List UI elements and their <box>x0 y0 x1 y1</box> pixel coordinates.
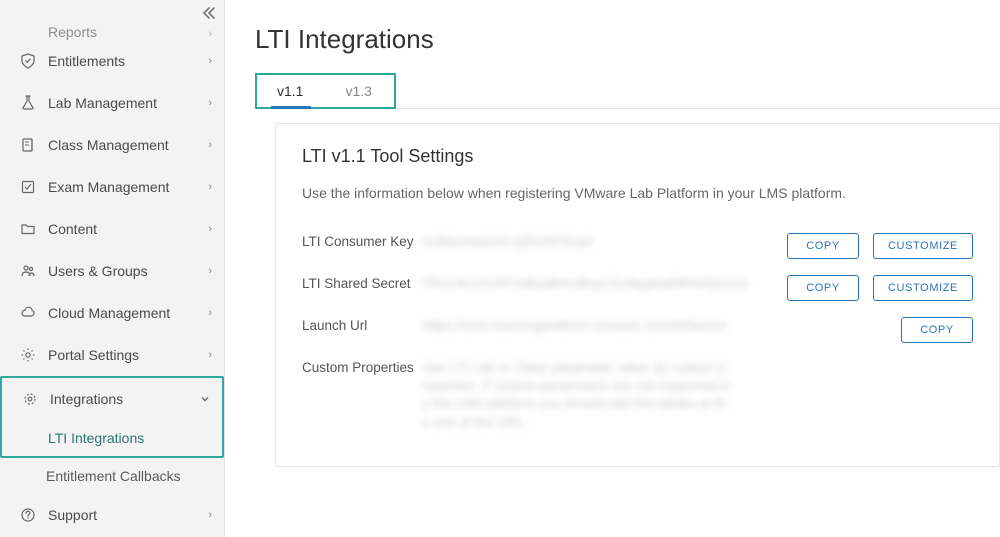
copy-button[interactable]: COPY <box>787 275 859 301</box>
sidebar-item-portal-settings[interactable]: Portal Settings › <box>0 334 224 376</box>
chevron-right-icon: › <box>208 223 212 235</box>
sidebar: Reports › Entitlements › Lab Management … <box>0 0 225 537</box>
users-icon <box>18 263 38 279</box>
row-actions: COPY <box>901 317 973 343</box>
settings-card: LTI v1.1 Tool Settings Use the informati… <box>275 123 1000 467</box>
book-icon <box>18 137 38 153</box>
help-icon <box>18 507 38 523</box>
flask-icon <box>18 95 38 111</box>
sidebar-item-label: Entitlements <box>38 53 208 69</box>
setting-row-consumer-key: LTI Consumer Key oc8ktomwlz3V-q35URF5zqX… <box>302 225 973 267</box>
exam-icon <box>18 179 38 195</box>
sidebar-subitem-label: LTI Integrations <box>48 430 144 446</box>
chevron-right-icon: › <box>208 349 212 361</box>
sidebar-item-integrations[interactable]: Integrations <box>2 378 222 420</box>
cloud-icon <box>18 305 38 321</box>
setting-value: TRcv.lkU2XAPVoBysBHrsBnpCSz9qqNy89Ro0QvU… <box>422 275 787 293</box>
sidebar-item-label: Support <box>38 507 208 523</box>
sidebar-item-label: Integrations <box>40 391 200 407</box>
row-actions: COPY CUSTOMIZE <box>787 275 973 301</box>
sidebar-item-label: Reports <box>38 24 208 40</box>
setting-row-shared-secret: LTI Shared Secret TRcv.lkU2XAPVoBysBHrsB… <box>302 267 973 309</box>
tabs: v1.1 v1.3 <box>257 75 394 107</box>
chevron-right-icon: › <box>208 97 212 109</box>
sidebar-subitem-entitlement-callbacks[interactable]: Entitlement Callbacks <box>0 458 224 494</box>
chevron-right-icon: › <box>208 509 212 521</box>
sidebar-item-class-management[interactable]: Class Management › <box>0 124 224 166</box>
tabs-highlighted: v1.1 v1.3 <box>255 73 396 109</box>
sidebar-item-cloud-management[interactable]: Cloud Management › <box>0 292 224 334</box>
sidebar-item-label: Content <box>38 221 208 237</box>
sidebar-item-support[interactable]: Support › <box>0 494 224 536</box>
chevron-right-icon: › <box>208 28 212 40</box>
setting-label: LTI Shared Secret <box>302 275 422 293</box>
sidebar-item-entitlements[interactable]: Entitlements › <box>0 40 224 82</box>
sidebar-item-reports[interactable]: Reports › <box>0 22 224 40</box>
chevron-right-icon: › <box>208 55 212 67</box>
tab-label: v1.1 <box>277 83 303 99</box>
sidebar-group-integrations-highlighted: Integrations LTI Integrations <box>0 376 224 458</box>
tab-label: v1.3 <box>345 83 371 99</box>
chevron-right-icon: › <box>208 139 212 151</box>
setting-value: Use LTI Lab or Class parameter value as … <box>422 359 742 432</box>
sidebar-item-lab-management[interactable]: Lab Management › <box>0 82 224 124</box>
tab-v1-1[interactable]: v1.1 <box>257 75 325 107</box>
setting-value: https://core.learningplatform.vmware.com… <box>422 317 901 335</box>
sidebar-item-label: Portal Settings <box>38 347 208 363</box>
copy-button[interactable]: COPY <box>787 233 859 259</box>
shield-check-icon <box>18 53 38 69</box>
copy-button[interactable]: COPY <box>901 317 973 343</box>
integrations-icon <box>20 391 40 407</box>
sidebar-item-label: Users & Groups <box>38 263 208 279</box>
card-title: LTI v1.1 Tool Settings <box>302 146 973 167</box>
row-actions: COPY CUSTOMIZE <box>787 233 973 259</box>
chevron-down-icon <box>200 394 210 404</box>
nav-list: Reports › Entitlements › Lab Management … <box>0 22 224 536</box>
chevron-right-icon: › <box>208 307 212 319</box>
folder-icon <box>18 221 38 237</box>
setting-label: Custom Properties <box>302 359 422 377</box>
page-title: LTI Integrations <box>255 24 1000 55</box>
sidebar-item-label: Lab Management <box>38 95 208 111</box>
sidebar-item-label: Exam Management <box>38 179 208 195</box>
tab-v1-3[interactable]: v1.3 <box>325 75 393 107</box>
sidebar-subitem-lti-integrations[interactable]: LTI Integrations <box>2 420 222 456</box>
sidebar-collapse-button[interactable] <box>202 6 216 20</box>
setting-value: oc8ktomwlz3V-q35URF5zqX <box>422 233 787 251</box>
customize-button[interactable]: CUSTOMIZE <box>873 233 973 259</box>
chevron-right-icon: › <box>208 181 212 193</box>
sidebar-item-exam-management[interactable]: Exam Management › <box>0 166 224 208</box>
card-description: Use the information below when registeri… <box>302 185 973 201</box>
setting-label: LTI Consumer Key <box>302 233 422 251</box>
sidebar-item-label: Class Management <box>38 137 208 153</box>
chevron-right-icon: › <box>208 265 212 277</box>
sidebar-item-label: Cloud Management <box>38 305 208 321</box>
setting-label: Launch Url <box>302 317 422 335</box>
gear-icon <box>18 347 38 363</box>
main-content: LTI Integrations v1.1 v1.3 LTI v1.1 Tool… <box>225 0 1000 537</box>
setting-row-custom-properties: Custom Properties Use LTI Lab or Class p… <box>302 351 973 440</box>
sidebar-subitem-label: Entitlement Callbacks <box>46 468 181 484</box>
sidebar-item-content[interactable]: Content › <box>0 208 224 250</box>
setting-row-launch-url: Launch Url https://core.learningplatform… <box>302 309 973 351</box>
customize-button[interactable]: CUSTOMIZE <box>873 275 973 301</box>
sidebar-item-users-groups[interactable]: Users & Groups › <box>0 250 224 292</box>
chevron-double-left-icon <box>202 6 216 20</box>
